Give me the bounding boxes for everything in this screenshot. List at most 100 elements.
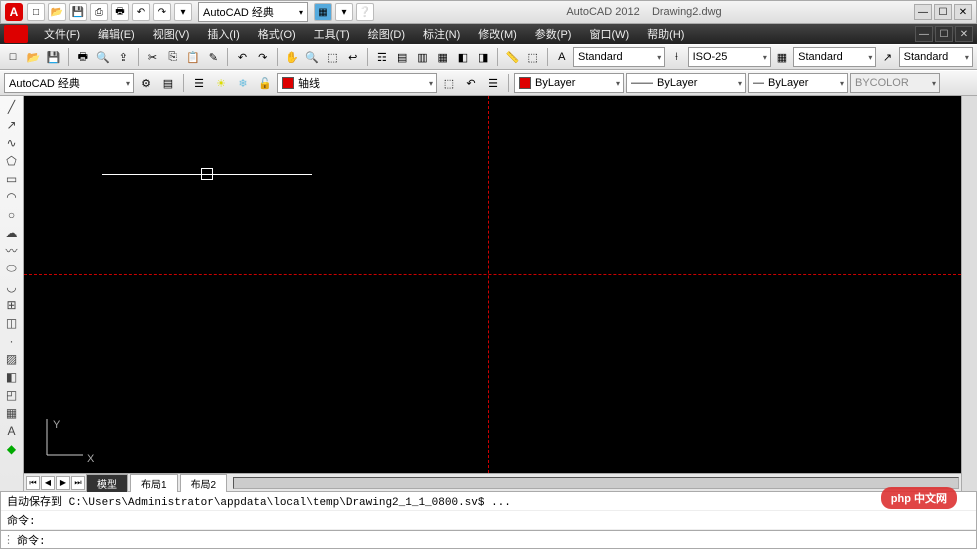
doc-max-button[interactable]: ☐ [935, 26, 953, 42]
point-tool-icon[interactable]: · [2, 332, 22, 349]
qat-save-icon[interactable]: 💾 [69, 3, 87, 21]
xline-tool-icon[interactable]: ↗ [2, 116, 22, 133]
menu-tools[interactable]: 工具(T) [306, 24, 358, 44]
qat-undo-icon[interactable]: ↶ [132, 3, 150, 21]
hatch-tool-icon[interactable]: ▨ [2, 350, 22, 367]
zoom-prev-icon[interactable]: ↩ [344, 47, 362, 67]
qat-redo-icon[interactable]: ↷ [153, 3, 171, 21]
layer-freeze-icon[interactable]: ❄ [233, 73, 253, 93]
new-icon[interactable]: □ [4, 47, 22, 67]
qat-plot-icon[interactable]: 🖶 [111, 3, 129, 21]
ml-style-icon[interactable]: ↗ [878, 47, 896, 67]
save-icon[interactable]: 💾 [45, 47, 63, 67]
h-scrollbar[interactable] [233, 477, 959, 489]
menu-insert[interactable]: 插入(I) [199, 24, 247, 44]
addsel-tool-icon[interactable]: ◆ [2, 440, 22, 457]
qat-down-icon[interactable]: ▾ [174, 3, 192, 21]
menu-view[interactable]: 视图(V) [145, 24, 198, 44]
command-prompt[interactable]: 命令: [17, 532, 46, 548]
doc-min-button[interactable]: — [915, 26, 933, 42]
circle-tool-icon[interactable]: ○ [2, 206, 22, 223]
lineweight-dropdown[interactable]: —ByLayer [748, 73, 848, 93]
mm-icon[interactable]: ◧ [454, 47, 472, 67]
zoom-win-icon[interactable]: ⬚ [323, 47, 341, 67]
command-grip-icon[interactable]: ⋮⋮ [3, 533, 17, 546]
paste-icon[interactable]: 📋 [184, 47, 202, 67]
preview-icon[interactable]: 🔍 [94, 47, 112, 67]
layer-props-icon[interactable]: ☰ [189, 73, 209, 93]
copy-icon[interactable]: ⎘ [164, 47, 182, 67]
workspace-dd2[interactable]: AutoCAD 经典 [4, 73, 134, 93]
match-icon[interactable]: ✎ [204, 47, 222, 67]
layer-state-icon[interactable]: ☰ [483, 73, 503, 93]
sel-icon[interactable]: ⬚ [524, 47, 542, 67]
insert-block-icon[interactable]: ⊞ [2, 296, 22, 313]
qat-down2-icon[interactable]: ▾ [335, 3, 353, 21]
gradient-tool-icon[interactable]: ◧ [2, 368, 22, 385]
ws-settings-icon[interactable]: ⚙ [136, 73, 156, 93]
cut-icon[interactable]: ✂ [143, 47, 161, 67]
dim-style-dropdown[interactable]: ISO-25 [688, 47, 771, 67]
tab-model[interactable]: 模型 [86, 474, 128, 492]
qc-icon[interactable]: ◨ [474, 47, 492, 67]
plotstyle-dropdown[interactable]: BYCOLOR [850, 73, 940, 93]
table-style-icon[interactable]: ▦ [773, 47, 791, 67]
region-tool-icon[interactable]: ◰ [2, 386, 22, 403]
text-style-dropdown[interactable]: Standard [573, 47, 665, 67]
arc-tool-icon[interactable]: ◠ [2, 188, 22, 205]
menu-window[interactable]: 窗口(W) [581, 24, 637, 44]
tab-prev-icon[interactable]: ◀ [41, 476, 55, 490]
qat-help-icon[interactable]: ❔ [356, 3, 374, 21]
zoom-icon[interactable]: 🔍 [303, 47, 321, 67]
table-tool-icon[interactable]: ▦ [2, 404, 22, 421]
layer-dropdown[interactable]: 轴线 [277, 73, 437, 93]
qat-saveas-icon[interactable]: ⎙ [90, 3, 108, 21]
rect-tool-icon[interactable]: ▭ [2, 170, 22, 187]
layer-lock-icon[interactable]: 🔓 [255, 73, 275, 93]
qat-new-icon[interactable]: □ [27, 3, 45, 21]
tab-next-icon[interactable]: ▶ [56, 476, 70, 490]
maximize-button[interactable]: ☐ [934, 4, 952, 20]
plot-icon[interactable]: 🖶 [74, 47, 92, 67]
menu-help[interactable]: 帮助(H) [639, 24, 692, 44]
color-dropdown[interactable]: ByLayer [514, 73, 624, 93]
pline-tool-icon[interactable]: ∿ [2, 134, 22, 151]
doc-close-button[interactable]: ✕ [955, 26, 973, 42]
revcloud-tool-icon[interactable]: ☁ [2, 224, 22, 241]
menu-format[interactable]: 格式(O) [250, 24, 304, 44]
ws-save-icon[interactable]: ▤ [158, 73, 178, 93]
menu-dimension[interactable]: 标注(N) [415, 24, 468, 44]
ellipse-tool-icon[interactable]: ⬭ [2, 260, 22, 277]
linetype-dropdown[interactable]: ——ByLayer [626, 73, 746, 93]
dim-style-icon[interactable]: ⟊ [667, 47, 685, 67]
line-tool-icon[interactable]: ╱ [2, 98, 22, 115]
drawing-canvas[interactable]: Y X [24, 96, 961, 473]
props-icon[interactable]: ☶ [373, 47, 391, 67]
publish-icon[interactable]: ⇪ [114, 47, 132, 67]
spline-tool-icon[interactable]: 〰 [2, 242, 22, 259]
redo2-icon[interactable]: ↷ [254, 47, 272, 67]
layer-on-icon[interactable]: ☀ [211, 73, 231, 93]
table-style-dropdown[interactable]: Standard [793, 47, 876, 67]
measure-icon[interactable]: 📏 [503, 47, 521, 67]
ellipse-arc-icon[interactable]: ◡ [2, 278, 22, 295]
qat-open-icon[interactable]: 📂 [48, 3, 66, 21]
make-block-icon[interactable]: ◫ [2, 314, 22, 331]
minimize-button[interactable]: — [914, 4, 932, 20]
menu-modify[interactable]: 修改(M) [470, 24, 525, 44]
menu-draw[interactable]: 绘图(D) [360, 24, 413, 44]
menu-parametric[interactable]: 参数(P) [527, 24, 580, 44]
mtext-tool-icon[interactable]: A [2, 422, 22, 439]
ml-style-dropdown[interactable]: Standard [899, 47, 973, 67]
app-menu-icon[interactable] [4, 25, 28, 43]
dc-icon[interactable]: ▤ [393, 47, 411, 67]
tab-first-icon[interactable]: ⏮ [26, 476, 40, 490]
undo2-icon[interactable]: ↶ [233, 47, 251, 67]
open-icon[interactable]: 📂 [24, 47, 42, 67]
layer-iso-icon[interactable]: ⬚ [439, 73, 459, 93]
tp-icon[interactable]: ▥ [413, 47, 431, 67]
layer-prev-icon[interactable]: ↶ [461, 73, 481, 93]
pan-icon[interactable]: ✋ [283, 47, 301, 67]
v-scrollbar[interactable] [961, 96, 977, 491]
menu-edit[interactable]: 编辑(E) [90, 24, 143, 44]
